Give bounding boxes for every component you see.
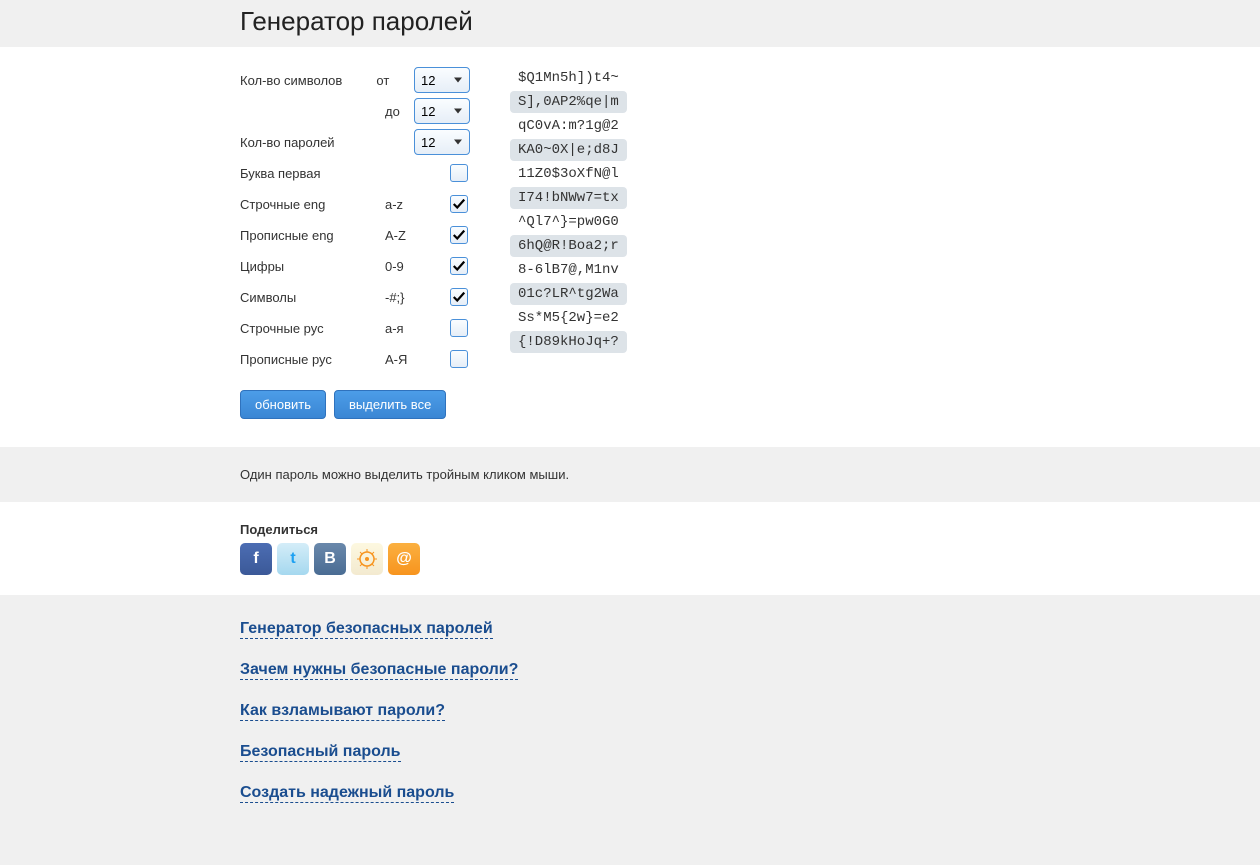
lower-rus-range: а-я [385,321,425,336]
facebook-icon[interactable]: f [240,543,272,575]
symbols-checkbox[interactable] [450,288,468,306]
password-item[interactable]: Ss*M5{2w}=e2 [510,307,627,329]
page-title: Генератор паролей [240,6,1020,37]
first-letter-checkbox[interactable] [450,164,468,182]
password-item[interactable]: $Q1Mn5h])t4~ [510,67,627,89]
digits-range: 0-9 [385,259,425,274]
chars-to-select[interactable]: 12 [414,98,470,124]
lower-rus-checkbox[interactable] [450,319,468,337]
password-item[interactable]: {!D89kHoJq+? [510,331,627,353]
select-all-button[interactable]: выделить все [334,390,446,419]
upper-eng-label: Прописные eng [240,228,385,243]
password-item[interactable]: qC0vA:m?1g@2 [510,115,627,137]
mailru-icon[interactable]: @ [388,543,420,575]
upper-eng-range: A-Z [385,228,425,243]
lower-rus-label: Строчные рус [240,321,385,336]
to-label: до [240,104,414,119]
lower-eng-label: Строчные eng [240,197,385,212]
password-item[interactable]: 6hQ@R!Boa2;r [510,235,627,257]
lower-eng-range: a-z [385,197,425,212]
symbols-label: Символы [240,290,385,305]
chars-from-select[interactable]: 12 [414,67,470,93]
password-item[interactable]: 11Z0$3oXfN@l [510,163,627,185]
share-title: Поделиться [240,522,1020,537]
count-select[interactable]: 12 [414,129,470,155]
article-link[interactable]: Зачем нужны безопасные пароли? [240,661,518,680]
tip-text: Один пароль можно выделить тройным клико… [240,467,1020,482]
article-link[interactable]: Безопасный пароль [240,743,401,762]
upper-rus-label: Прописные рус [240,352,385,367]
password-item[interactable]: KA0~0X|e;d8J [510,139,627,161]
symbols-range: -#;} [385,290,425,305]
digits-label: Цифры [240,259,385,274]
twitter-icon[interactable]: t [277,543,309,575]
vkontakte-icon[interactable]: B [314,543,346,575]
upper-eng-checkbox[interactable] [450,226,468,244]
digits-checkbox[interactable] [450,257,468,275]
password-item[interactable]: I74!bNWw7=tx [510,187,627,209]
from-label: от [376,73,414,88]
options-form: Кол-во символов от 12 до 12 Кол-во парол… [240,67,470,419]
password-item[interactable]: S],0AP2%qe|m [510,91,627,113]
chars-label: Кол-во символов [240,73,376,88]
upper-rus-checkbox[interactable] [450,350,468,368]
password-item[interactable]: ^Ql7^}=pw0G0 [510,211,627,233]
first-letter-label: Буква первая [240,166,385,181]
article-link[interactable]: Генератор безопасных паролей [240,620,493,639]
count-label: Кол-во паролей [240,135,376,150]
lower-eng-checkbox[interactable] [450,195,468,213]
odnoklassniki-icon[interactable] [351,543,383,575]
article-link[interactable]: Как взламывают пароли? [240,702,445,721]
passwords-list: $Q1Mn5h])t4~S],0AP2%qe|mqC0vA:m?1g@2KA0~… [510,67,627,419]
password-item[interactable]: 8-6lB7@,M1nv [510,259,627,281]
upper-rus-range: А-Я [385,352,425,367]
password-item[interactable]: 01c?LR^tg2Wa [510,283,627,305]
article-link[interactable]: Создать надежный пароль [240,784,454,803]
refresh-button[interactable]: обновить [240,390,326,419]
